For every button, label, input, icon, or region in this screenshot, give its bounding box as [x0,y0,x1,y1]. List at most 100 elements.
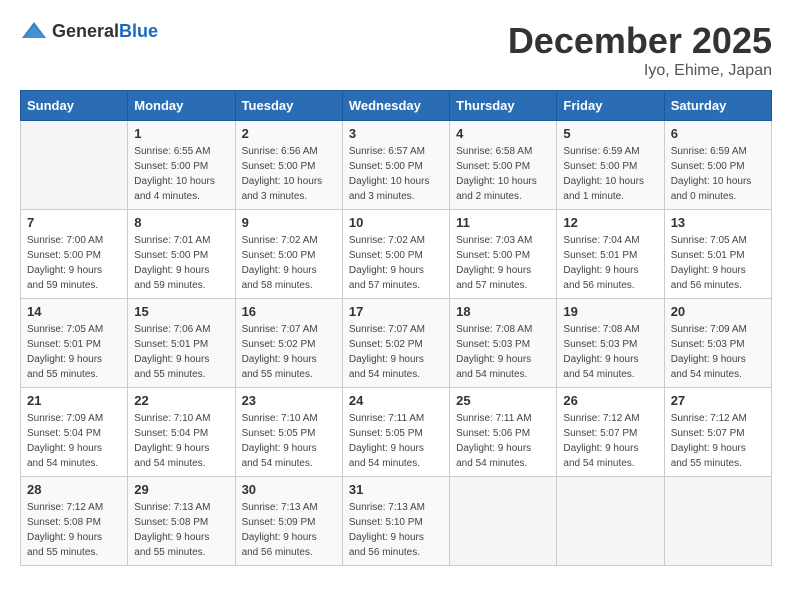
calendar-cell [450,477,557,566]
day-number: 23 [242,393,336,408]
calendar-cell [557,477,664,566]
calendar-cell: 13 Sunrise: 7:05 AM Sunset: 5:01 PM Dayli… [664,210,771,299]
day-number: 11 [456,215,550,230]
day-number: 3 [349,126,443,141]
day-number: 30 [242,482,336,497]
logo-icon [20,20,48,42]
calendar-cell: 6Sunrise: 6:59 AM Sunset: 5:00 PM Daylig… [664,121,771,210]
weekday-header-wednesday: Wednesday [342,91,449,121]
calendar-cell: 25Sunrise: 7:11 AM Sunset: 5:06 PM Dayli… [450,388,557,477]
day-number: 13 [671,215,765,230]
calendar-cell: 12Sunrise: 7:04 AM Sunset: 5:01 PM Dayli… [557,210,664,299]
calendar-cell: 7 Sunrise: 7:00 AM Sunset: 5:00 PM Daylig… [21,210,128,299]
day-info: Sunrise: 7:05 AM Sunset: 5:01 PM Dayligh… [671,233,765,293]
weekday-header-monday: Monday [128,91,235,121]
calendar-cell: 29Sunrise: 7:13 AM Sunset: 5:08 PM Dayli… [128,477,235,566]
location-subtitle: Iyo, Ehime, Japan [508,62,772,80]
calendar-cell: 14 Sunrise: 7:05 AM Sunset: 5:01 PM Dayli… [21,299,128,388]
day-number: 16 [242,304,336,319]
calendar-cell: 27 Sunrise: 7:12 AM Sunset: 5:07 PM Dayli… [664,388,771,477]
calendar-cell: 31 Sunrise: 7:13 AM Sunset: 5:10 PM Dayli… [342,477,449,566]
day-number: 17 [349,304,443,319]
calendar-body: 1 Sunrise: 6:55 AM Sunset: 5:00 PM Daylig… [21,121,772,566]
day-number: 19 [563,304,657,319]
calendar-cell: 18 Sunrise: 7:08 AM Sunset: 5:03 PM Dayli… [450,299,557,388]
day-info: Sunrise: 6:57 AM Sunset: 5:00 PM Dayligh… [349,144,443,204]
calendar-cell: 1 Sunrise: 6:55 AM Sunset: 5:00 PM Daylig… [128,121,235,210]
day-info: Sunrise: 7:12 AM Sunset: 5:07 PM Dayligh… [671,411,765,471]
calendar-cell: 21Sunrise: 7:09 AM Sunset: 5:04 PM Dayli… [21,388,128,477]
day-number: 20 [671,304,765,319]
calendar-week-row: 7 Sunrise: 7:00 AM Sunset: 5:00 PM Daylig… [21,210,772,299]
day-info: Sunrise: 7:02 AM Sunset: 5:00 PM Dayligh… [242,233,336,293]
day-number: 28 [27,482,121,497]
day-info: Sunrise: 7:05 AM Sunset: 5:01 PM Dayligh… [27,322,121,382]
calendar-cell: 26 Sunrise: 7:12 AM Sunset: 5:07 PM Dayli… [557,388,664,477]
day-info: Sunrise: 7:03 AM Sunset: 5:00 PM Dayligh… [456,233,550,293]
calendar-cell [21,121,128,210]
page-header: GeneralBlue December 2025 Iyo, Ehime, Ja… [20,20,772,80]
day-info: Sunrise: 7:08 AM Sunset: 5:03 PM Dayligh… [456,322,550,382]
day-info: Sunrise: 7:13 AM Sunset: 5:10 PM Dayligh… [349,500,443,560]
logo-text-general: General [52,21,119,41]
day-number: 24 [349,393,443,408]
calendar-week-row: 14 Sunrise: 7:05 AM Sunset: 5:01 PM Dayli… [21,299,772,388]
month-title: December 2025 [508,20,772,62]
calendar-cell: 24Sunrise: 7:11 AM Sunset: 5:05 PM Dayli… [342,388,449,477]
calendar-header-row: SundayMondayTuesdayWednesdayThursdayFrid… [21,91,772,121]
calendar-week-row: 1 Sunrise: 6:55 AM Sunset: 5:00 PM Daylig… [21,121,772,210]
calendar-cell: 5Sunrise: 6:59 AM Sunset: 5:00 PM Daylig… [557,121,664,210]
day-info: Sunrise: 7:06 AM Sunset: 5:01 PM Dayligh… [134,322,228,382]
day-number: 27 [671,393,765,408]
day-info: Sunrise: 6:56 AM Sunset: 5:00 PM Dayligh… [242,144,336,204]
calendar-cell [664,477,771,566]
day-info: Sunrise: 7:07 AM Sunset: 5:02 PM Dayligh… [242,322,336,382]
day-info: Sunrise: 7:10 AM Sunset: 5:04 PM Dayligh… [134,411,228,471]
day-info: Sunrise: 7:11 AM Sunset: 5:06 PM Dayligh… [456,411,550,471]
day-number: 26 [563,393,657,408]
day-number: 10 [349,215,443,230]
weekday-header-friday: Friday [557,91,664,121]
day-number: 2 [242,126,336,141]
day-info: Sunrise: 6:58 AM Sunset: 5:00 PM Dayligh… [456,144,550,204]
calendar-cell: 4Sunrise: 6:58 AM Sunset: 5:00 PM Daylig… [450,121,557,210]
weekday-header-thursday: Thursday [450,91,557,121]
weekday-header-saturday: Saturday [664,91,771,121]
calendar-cell: 10 Sunrise: 7:02 AM Sunset: 5:00 PM Dayli… [342,210,449,299]
calendar-cell: 9 Sunrise: 7:02 AM Sunset: 5:00 PM Daylig… [235,210,342,299]
calendar-cell: 28 Sunrise: 7:12 AM Sunset: 5:08 PM Dayli… [21,477,128,566]
calendar-week-row: 21Sunrise: 7:09 AM Sunset: 5:04 PM Dayli… [21,388,772,477]
calendar-cell: 30Sunrise: 7:13 AM Sunset: 5:09 PM Dayli… [235,477,342,566]
day-number: 6 [671,126,765,141]
day-info: Sunrise: 7:12 AM Sunset: 5:08 PM Dayligh… [27,500,121,560]
day-info: Sunrise: 7:12 AM Sunset: 5:07 PM Dayligh… [563,411,657,471]
calendar-cell: 22 Sunrise: 7:10 AM Sunset: 5:04 PM Dayli… [128,388,235,477]
calendar-cell: 8Sunrise: 7:01 AM Sunset: 5:00 PM Daylig… [128,210,235,299]
calendar-cell: 11 Sunrise: 7:03 AM Sunset: 5:00 PM Dayli… [450,210,557,299]
calendar-cell: 15Sunrise: 7:06 AM Sunset: 5:01 PM Dayli… [128,299,235,388]
day-info: Sunrise: 7:08 AM Sunset: 5:03 PM Dayligh… [563,322,657,382]
day-number: 1 [134,126,228,141]
weekday-header-tuesday: Tuesday [235,91,342,121]
day-number: 22 [134,393,228,408]
calendar-cell: 3 Sunrise: 6:57 AM Sunset: 5:00 PM Daylig… [342,121,449,210]
day-info: Sunrise: 7:09 AM Sunset: 5:03 PM Dayligh… [671,322,765,382]
logo-text-blue: Blue [119,21,158,41]
day-info: Sunrise: 6:55 AM Sunset: 5:00 PM Dayligh… [134,144,228,204]
weekday-header-sunday: Sunday [21,91,128,121]
day-number: 9 [242,215,336,230]
day-number: 14 [27,304,121,319]
day-number: 31 [349,482,443,497]
day-number: 12 [563,215,657,230]
day-info: Sunrise: 7:02 AM Sunset: 5:00 PM Dayligh… [349,233,443,293]
calendar-cell: 16 Sunrise: 7:07 AM Sunset: 5:02 PM Dayli… [235,299,342,388]
calendar-week-row: 28 Sunrise: 7:12 AM Sunset: 5:08 PM Dayli… [21,477,772,566]
day-info: Sunrise: 7:00 AM Sunset: 5:00 PM Dayligh… [27,233,121,293]
logo: GeneralBlue [20,20,158,42]
title-area: December 2025 Iyo, Ehime, Japan [508,20,772,80]
calendar-cell: 19 Sunrise: 7:08 AM Sunset: 5:03 PM Dayli… [557,299,664,388]
day-number: 18 [456,304,550,319]
day-number: 5 [563,126,657,141]
day-number: 7 [27,215,121,230]
day-info: Sunrise: 7:01 AM Sunset: 5:00 PM Dayligh… [134,233,228,293]
